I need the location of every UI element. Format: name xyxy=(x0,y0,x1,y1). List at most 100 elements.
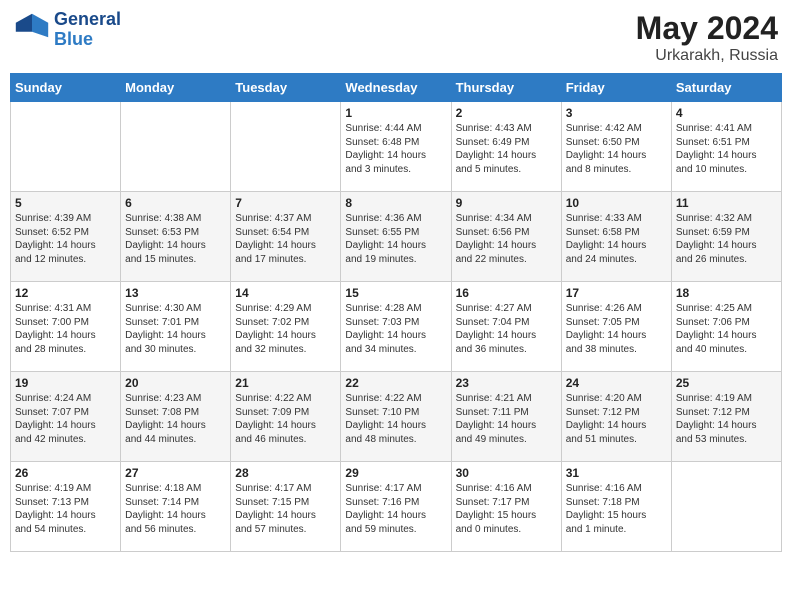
calendar-cell: 10 Sunrise: 4:33 AMSunset: 6:58 PMDayligh… xyxy=(561,192,671,282)
calendar-cell: 2 Sunrise: 4:43 AMSunset: 6:49 PMDaylight… xyxy=(451,102,561,192)
cell-info: Sunrise: 4:17 AMSunset: 7:15 PMDaylight:… xyxy=(235,482,336,536)
day-number: 13 xyxy=(125,286,226,300)
calendar-week-row: 1 Sunrise: 4:44 AMSunset: 6:48 PMDaylight… xyxy=(11,102,782,192)
calendar-cell: 6Sunrise: 4:38 AMSunset: 6:53 PMDaylight… xyxy=(121,192,231,282)
day-number: 25 xyxy=(676,376,777,390)
calendar-cell: 24 Sunrise: 4:20 AMSunset: 7:12 PMDayligh… xyxy=(561,372,671,462)
calendar-cell: 23Sunrise: 4:21 AMSunset: 7:11 PMDayligh… xyxy=(451,372,561,462)
cell-info: Sunrise: 4:44 AMSunset: 6:48 PMDaylight:… xyxy=(345,122,446,176)
calendar-cell: 21 Sunrise: 4:22 AMSunset: 7:09 PMDayligh… xyxy=(231,372,341,462)
day-number: 10 xyxy=(566,196,667,210)
day-number: 21 xyxy=(235,376,336,390)
cell-info: Sunrise: 4:27 AMSunset: 7:04 PMDaylight:… xyxy=(456,302,557,356)
calendar-cell xyxy=(121,102,231,192)
cell-info: Sunrise: 4:43 AMSunset: 6:49 PMDaylight:… xyxy=(456,122,557,176)
cell-info: Sunrise: 4:16 AMSunset: 7:17 PMDaylight:… xyxy=(456,482,557,536)
col-sunday: Sunday xyxy=(11,74,121,102)
day-number: 26 xyxy=(15,466,116,480)
calendar-cell: 26 Sunrise: 4:19 AMSunset: 7:13 PMDayligh… xyxy=(11,462,121,552)
calendar-cell: 4 Sunrise: 4:41 AMSunset: 6:51 PMDaylight… xyxy=(671,102,781,192)
day-number: 5 xyxy=(15,196,116,210)
logo-icon xyxy=(14,12,50,48)
col-wednesday: Wednesday xyxy=(341,74,451,102)
day-number: 17 xyxy=(566,286,667,300)
calendar-cell: 12 Sunrise: 4:31 AMSunset: 7:00 PMDayligh… xyxy=(11,282,121,372)
day-number: 4 xyxy=(676,106,777,120)
calendar-cell: 13 Sunrise: 4:30 AMSunset: 7:01 PMDayligh… xyxy=(121,282,231,372)
calendar-table: Sunday Monday Tuesday Wednesday Thursday… xyxy=(10,73,782,552)
day-number: 16 xyxy=(456,286,557,300)
day-number: 8 xyxy=(345,196,446,210)
calendar-location: Urkarakh, Russia xyxy=(636,47,778,65)
day-number: 20 xyxy=(125,376,226,390)
cell-info: Sunrise: 4:29 AMSunset: 7:02 PMDaylight:… xyxy=(235,302,336,356)
title-block: May 2024 Urkarakh, Russia xyxy=(636,10,778,65)
calendar-cell: 28Sunrise: 4:17 AMSunset: 7:15 PMDayligh… xyxy=(231,462,341,552)
cell-info: Sunrise: 4:26 AMSunset: 7:05 PMDaylight:… xyxy=(566,302,667,356)
cell-info: Sunrise: 4:22 AMSunset: 7:09 PMDaylight:… xyxy=(235,392,336,446)
calendar-week-row: 19Sunrise: 4:24 AMSunset: 7:07 PMDayligh… xyxy=(11,372,782,462)
page-header: General Blue May 2024 Urkarakh, Russia xyxy=(10,10,782,65)
calendar-cell: 18 Sunrise: 4:25 AMSunset: 7:06 PMDayligh… xyxy=(671,282,781,372)
calendar-cell: 7 Sunrise: 4:37 AMSunset: 6:54 PMDaylight… xyxy=(231,192,341,282)
calendar-week-row: 5 Sunrise: 4:39 AMSunset: 6:52 PMDaylight… xyxy=(11,192,782,282)
calendar-cell: 15 Sunrise: 4:28 AMSunset: 7:03 PMDayligh… xyxy=(341,282,451,372)
cell-info: Sunrise: 4:30 AMSunset: 7:01 PMDaylight:… xyxy=(125,302,226,356)
calendar-cell: 25 Sunrise: 4:19 AMSunset: 7:12 PMDayligh… xyxy=(671,372,781,462)
day-number: 9 xyxy=(456,196,557,210)
calendar-header-row: Sunday Monday Tuesday Wednesday Thursday… xyxy=(11,74,782,102)
calendar-cell: 22Sunrise: 4:22 AMSunset: 7:10 PMDayligh… xyxy=(341,372,451,462)
logo-text: General Blue xyxy=(54,10,121,50)
calendar-cell: 29 Sunrise: 4:17 AMSunset: 7:16 PMDayligh… xyxy=(341,462,451,552)
col-friday: Friday xyxy=(561,74,671,102)
calendar-week-row: 26 Sunrise: 4:19 AMSunset: 7:13 PMDayligh… xyxy=(11,462,782,552)
cell-info: Sunrise: 4:23 AMSunset: 7:08 PMDaylight:… xyxy=(125,392,226,446)
cell-info: Sunrise: 4:34 AMSunset: 6:56 PMDaylight:… xyxy=(456,212,557,266)
cell-info: Sunrise: 4:36 AMSunset: 6:55 PMDaylight:… xyxy=(345,212,446,266)
calendar-cell xyxy=(231,102,341,192)
cell-info: Sunrise: 4:19 AMSunset: 7:12 PMDaylight:… xyxy=(676,392,777,446)
col-thursday: Thursday xyxy=(451,74,561,102)
cell-info: Sunrise: 4:17 AMSunset: 7:16 PMDaylight:… xyxy=(345,482,446,536)
day-number: 6 xyxy=(125,196,226,210)
col-tuesday: Tuesday xyxy=(231,74,341,102)
logo: General Blue xyxy=(14,10,121,50)
calendar-cell: 30Sunrise: 4:16 AMSunset: 7:17 PMDayligh… xyxy=(451,462,561,552)
cell-info: Sunrise: 4:25 AMSunset: 7:06 PMDaylight:… xyxy=(676,302,777,356)
cell-info: Sunrise: 4:18 AMSunset: 7:14 PMDaylight:… xyxy=(125,482,226,536)
logo-general: General xyxy=(54,9,121,29)
col-saturday: Saturday xyxy=(671,74,781,102)
day-number: 7 xyxy=(235,196,336,210)
day-number: 29 xyxy=(345,466,446,480)
day-number: 24 xyxy=(566,376,667,390)
cell-info: Sunrise: 4:39 AMSunset: 6:52 PMDaylight:… xyxy=(15,212,116,266)
day-number: 18 xyxy=(676,286,777,300)
cell-info: Sunrise: 4:31 AMSunset: 7:00 PMDaylight:… xyxy=(15,302,116,356)
cell-info: Sunrise: 4:20 AMSunset: 7:12 PMDaylight:… xyxy=(566,392,667,446)
calendar-cell: 31Sunrise: 4:16 AMSunset: 7:18 PMDayligh… xyxy=(561,462,671,552)
cell-info: Sunrise: 4:19 AMSunset: 7:13 PMDaylight:… xyxy=(15,482,116,536)
cell-info: Sunrise: 4:33 AMSunset: 6:58 PMDaylight:… xyxy=(566,212,667,266)
day-number: 2 xyxy=(456,106,557,120)
calendar-cell: 5 Sunrise: 4:39 AMSunset: 6:52 PMDaylight… xyxy=(11,192,121,282)
day-number: 12 xyxy=(15,286,116,300)
calendar-cell: 19Sunrise: 4:24 AMSunset: 7:07 PMDayligh… xyxy=(11,372,121,462)
cell-info: Sunrise: 4:41 AMSunset: 6:51 PMDaylight:… xyxy=(676,122,777,176)
day-number: 27 xyxy=(125,466,226,480)
calendar-cell: 17 Sunrise: 4:26 AMSunset: 7:05 PMDayligh… xyxy=(561,282,671,372)
day-number: 15 xyxy=(345,286,446,300)
logo-blue: Blue xyxy=(54,29,93,49)
calendar-cell: 16 Sunrise: 4:27 AMSunset: 7:04 PMDayligh… xyxy=(451,282,561,372)
calendar-cell: 11Sunrise: 4:32 AMSunset: 6:59 PMDayligh… xyxy=(671,192,781,282)
day-number: 1 xyxy=(345,106,446,120)
calendar-cell xyxy=(671,462,781,552)
cell-info: Sunrise: 4:37 AMSunset: 6:54 PMDaylight:… xyxy=(235,212,336,266)
cell-info: Sunrise: 4:28 AMSunset: 7:03 PMDaylight:… xyxy=(345,302,446,356)
day-number: 23 xyxy=(456,376,557,390)
cell-info: Sunrise: 4:16 AMSunset: 7:18 PMDaylight:… xyxy=(566,482,667,536)
calendar-cell: 20 Sunrise: 4:23 AMSunset: 7:08 PMDayligh… xyxy=(121,372,231,462)
calendar-cell: 27 Sunrise: 4:18 AMSunset: 7:14 PMDayligh… xyxy=(121,462,231,552)
calendar-cell: 8 Sunrise: 4:36 AMSunset: 6:55 PMDaylight… xyxy=(341,192,451,282)
day-number: 11 xyxy=(676,196,777,210)
col-monday: Monday xyxy=(121,74,231,102)
